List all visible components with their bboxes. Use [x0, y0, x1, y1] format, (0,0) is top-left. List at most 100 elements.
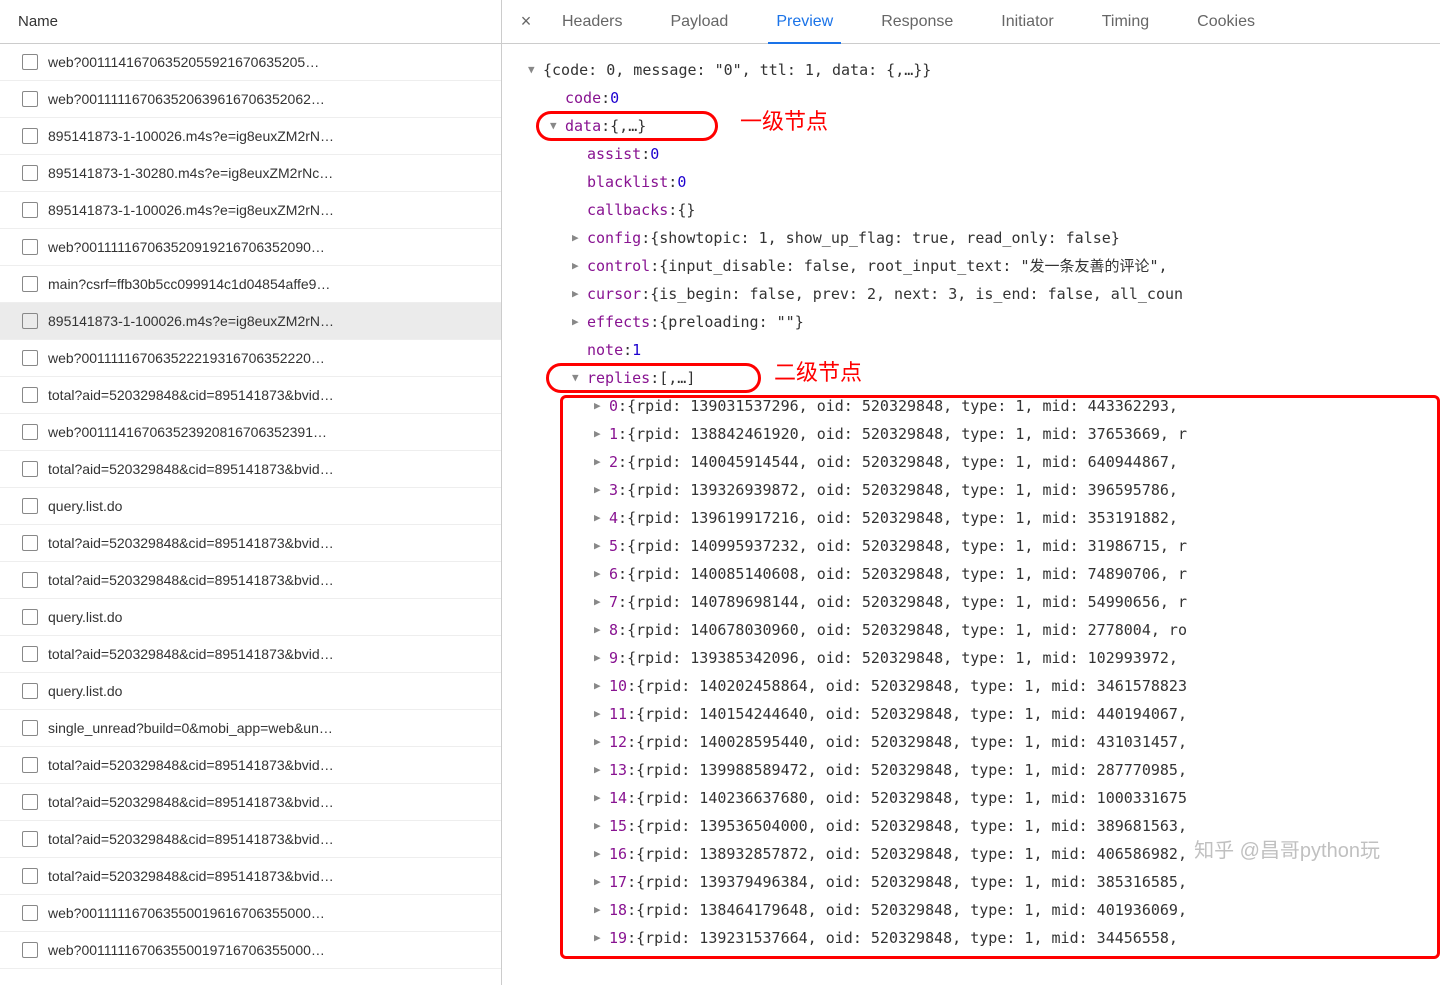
tab-initiator[interactable]: Initiator: [993, 0, 1061, 44]
file-icon: [22, 905, 38, 921]
request-row[interactable]: 895141873-1-100026.m4s?e=ig8euxZM2rN…: [0, 303, 501, 340]
request-row[interactable]: web?001114167063523920816706352391…: [0, 414, 501, 451]
expand-arrow-icon[interactable]: [528, 56, 540, 84]
request-row[interactable]: total?aid=520329848&cid=895141873&bvid…: [0, 562, 501, 599]
json-value: {input_disable: false, root_input_text: …: [659, 252, 1167, 280]
annotation-box-replies: [546, 363, 761, 393]
json-key: callbacks: [587, 196, 668, 224]
devtools-root: Name web?00111416706352055921670635205…w…: [0, 0, 1440, 985]
request-row[interactable]: web?001111167063550019716706355000…: [0, 932, 501, 969]
json-key: config: [587, 224, 641, 252]
tab-headers[interactable]: Headers: [554, 0, 630, 44]
request-row[interactable]: web?001111167063520639616706352062…: [0, 81, 501, 118]
json-value: 0: [610, 84, 619, 112]
tab-payload[interactable]: Payload: [662, 0, 736, 44]
file-icon: [22, 720, 38, 736]
request-row[interactable]: query.list.do: [0, 488, 501, 525]
file-icon: [22, 683, 38, 699]
request-list[interactable]: web?00111416706352055921670635205… web?00…: [0, 44, 501, 985]
request-row[interactable]: total?aid=520329848&cid=895141873&bvid…: [0, 784, 501, 821]
request-name: web?001111167063550019616706355000…: [48, 905, 325, 921]
file-icon: [22, 239, 38, 255]
request-row[interactable]: total?aid=520329848&cid=895141873&bvid…: [0, 377, 501, 414]
request-row[interactable]: 895141873-1-30280.m4s?e=ig8euxZM2rNc…: [0, 155, 501, 192]
request-row[interactable]: total?aid=520329848&cid=895141873&bvid…: [0, 636, 501, 673]
file-icon: [22, 165, 38, 181]
close-icon[interactable]: ×: [516, 11, 536, 32]
request-name: web?001111167063520639616706352062…: [48, 91, 325, 107]
tab-cookies[interactable]: Cookies: [1189, 0, 1263, 44]
file-icon: [22, 868, 38, 884]
request-row[interactable]: web?001111167063520919216706352090…: [0, 229, 501, 266]
expand-arrow-icon[interactable]: [572, 308, 584, 336]
request-name: 895141873-1-100026.m4s?e=ig8euxZM2rN…: [48, 313, 334, 329]
request-row[interactable]: total?aid=520329848&cid=895141873&bvid…: [0, 858, 501, 895]
file-icon: [22, 572, 38, 588]
tab-response[interactable]: Response: [873, 0, 961, 44]
annotation-label-level2: 二级节点: [774, 359, 862, 387]
request-name: 895141873-1-100026.m4s?e=ig8euxZM2rN…: [48, 202, 334, 218]
detail-tab-bar: × Headers Payload Preview Response Initiator…: [502, 0, 1440, 44]
request-name: query.list.do: [48, 609, 122, 625]
json-key: code: [565, 84, 601, 112]
request-row[interactable]: main?csrf=ffb30b5cc099914c1d04854affe9…: [0, 266, 501, 303]
request-row[interactable]: total?aid=520329848&cid=895141873&bvid…: [0, 451, 501, 488]
request-row[interactable]: 895141873-1-100026.m4s?e=ig8euxZM2rN…: [0, 192, 501, 229]
request-name: 895141873-1-100026.m4s?e=ig8euxZM2rN…: [48, 128, 334, 144]
json-key: cursor: [587, 280, 641, 308]
file-icon: [22, 757, 38, 773]
request-name: web?001114167063523920816706352391…: [48, 424, 327, 440]
file-icon: [22, 276, 38, 292]
request-name: web?00111416706352055921670635205…: [48, 54, 319, 70]
request-name: main?csrf=ffb30b5cc099914c1d04854affe9…: [48, 276, 330, 292]
annotation-box-array: [560, 395, 1440, 959]
request-row[interactable]: total?aid=520329848&cid=895141873&bvid…: [0, 821, 501, 858]
file-icon: [22, 424, 38, 440]
json-key: effects: [587, 308, 650, 336]
annotation-box-data: [536, 111, 718, 141]
request-name: total?aid=520329848&cid=895141873&bvid…: [48, 757, 334, 773]
file-icon: [22, 128, 38, 144]
request-name: total?aid=520329848&cid=895141873&bvid…: [48, 461, 334, 477]
request-name: total?aid=520329848&cid=895141873&bvid…: [48, 868, 334, 884]
request-row[interactable]: web?00111416706352055921670635205…: [0, 44, 501, 81]
network-requests-panel: Name web?00111416706352055921670635205…w…: [0, 0, 502, 985]
request-name: total?aid=520329848&cid=895141873&bvid…: [48, 387, 334, 403]
file-icon: [22, 91, 38, 107]
request-row[interactable]: total?aid=520329848&cid=895141873&bvid…: [0, 525, 501, 562]
request-row[interactable]: web?001111167063550019616706355000…: [0, 895, 501, 932]
expand-arrow-icon[interactable]: [572, 280, 584, 308]
tab-preview[interactable]: Preview: [768, 0, 841, 44]
annotation-label-level1: 一级节点: [740, 108, 828, 136]
request-name: 895141873-1-30280.m4s?e=ig8euxZM2rNc…: [48, 165, 333, 181]
file-icon: [22, 535, 38, 551]
file-icon: [22, 202, 38, 218]
request-name: web?001111167063520919216706352090…: [48, 239, 325, 255]
request-name: total?aid=520329848&cid=895141873&bvid…: [48, 646, 334, 662]
name-column-header[interactable]: Name: [0, 0, 501, 44]
json-key: blacklist: [587, 168, 668, 196]
expand-arrow-icon[interactable]: [572, 252, 584, 280]
request-row[interactable]: total?aid=520329848&cid=895141873&bvid…: [0, 747, 501, 784]
file-icon: [22, 646, 38, 662]
expand-arrow-icon[interactable]: [572, 224, 584, 252]
json-value: {}: [677, 196, 695, 224]
file-icon: [22, 313, 38, 329]
json-value: {is_begin: false, prev: 2, next: 3, is_e…: [650, 280, 1183, 308]
request-row[interactable]: web?001111167063522219316706352220…: [0, 340, 501, 377]
tab-timing[interactable]: Timing: [1094, 0, 1157, 44]
json-key: control: [587, 252, 650, 280]
request-row[interactable]: single_unread?build=0&mobi_app=web&un…: [0, 710, 501, 747]
file-icon: [22, 54, 38, 70]
request-name: web?001111167063550019716706355000…: [48, 942, 325, 958]
json-key: note: [587, 336, 623, 364]
file-icon: [22, 609, 38, 625]
json-value: 0: [650, 140, 659, 168]
json-preview[interactable]: 一级节点 二级节点 {code: 0, message: "0", ttl: 1…: [502, 44, 1440, 985]
json-key: assist: [587, 140, 641, 168]
request-row[interactable]: 895141873-1-100026.m4s?e=ig8euxZM2rN…: [0, 118, 501, 155]
request-row[interactable]: query.list.do: [0, 599, 501, 636]
request-row[interactable]: query.list.do: [0, 673, 501, 710]
request-name: query.list.do: [48, 498, 122, 514]
file-icon: [22, 350, 38, 366]
